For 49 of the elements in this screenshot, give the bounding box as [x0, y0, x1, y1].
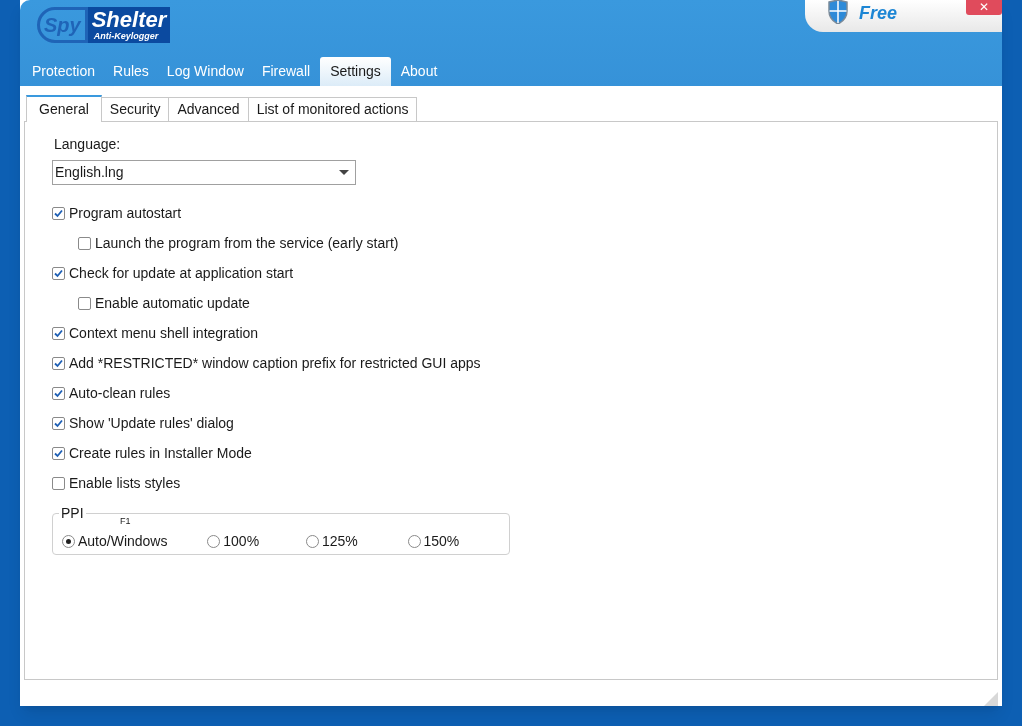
- checkbox-label: Context menu shell integration: [69, 323, 259, 343]
- checkmark-icon: [54, 208, 63, 218]
- checkmark-icon: [54, 328, 63, 338]
- checkbox-label: Check for update at application start: [69, 263, 294, 283]
- radio-label: 125%: [322, 532, 358, 551]
- checkbox[interactable]: [52, 416, 65, 430]
- radio-button[interactable]: [407, 535, 421, 548]
- main-tab[interactable]: Settings: [320, 57, 391, 86]
- radio-label: 100%: [223, 532, 260, 551]
- close-button[interactable]: ✕: [966, 0, 1002, 15]
- language-dropdown[interactable]: English.lng: [52, 160, 356, 185]
- checkmark-icon: [54, 268, 63, 278]
- checkbox[interactable]: [52, 386, 65, 400]
- checkmark-icon: [54, 418, 63, 428]
- checkbox-label: Program autostart: [69, 203, 182, 223]
- checkbox-label: Create rules in Installer Mode: [69, 443, 252, 463]
- checkbox[interactable]: [52, 206, 65, 220]
- checkbox-label: Auto-clean rules: [69, 383, 171, 403]
- checkmark-icon: [54, 358, 63, 368]
- shield-icon: [827, 0, 849, 24]
- radio-button[interactable]: [62, 535, 75, 548]
- checkmark-icon: [54, 388, 63, 398]
- resize-grip-icon: [984, 692, 998, 706]
- radio-button[interactable]: [306, 535, 319, 548]
- checkbox[interactable]: [52, 326, 65, 340]
- checkbox-label: Show 'Update rules' dialog: [69, 413, 234, 433]
- page-tab[interactable]: General: [26, 95, 102, 122]
- checkbox-label: Add *RESTRICTED* window caption prefix for restricted GUI apps: [69, 353, 481, 373]
- checkbox-label: Launch the program from the service (early start): [95, 233, 399, 253]
- shortcut-hint: F1: [120, 516, 131, 526]
- page-tab[interactable]: List of monitored actions: [248, 97, 418, 121]
- checkmark-icon: [54, 448, 63, 458]
- checkbox[interactable]: [52, 266, 65, 280]
- radio-button[interactable]: [207, 535, 221, 548]
- page-tab[interactable]: Security: [101, 97, 170, 121]
- checkbox[interactable]: [52, 356, 65, 370]
- language-label: Language:: [53, 135, 122, 154]
- checkbox-label: Enable lists styles: [69, 473, 181, 493]
- checkbox[interactable]: [52, 446, 65, 460]
- checkbox[interactable]: [78, 296, 91, 310]
- edition-label: Free: [859, 3, 898, 23]
- caret-icon: [339, 169, 349, 176]
- checkbox[interactable]: [52, 476, 65, 490]
- radio-label: Auto/Windows: [78, 532, 168, 551]
- checkbox-label: Enable automatic update: [95, 293, 250, 313]
- radio-label: 150%: [423, 532, 460, 551]
- group-title: PPI: [59, 505, 86, 521]
- page-tab[interactable]: Advanced: [169, 97, 249, 121]
- checkbox[interactable]: [78, 236, 91, 250]
